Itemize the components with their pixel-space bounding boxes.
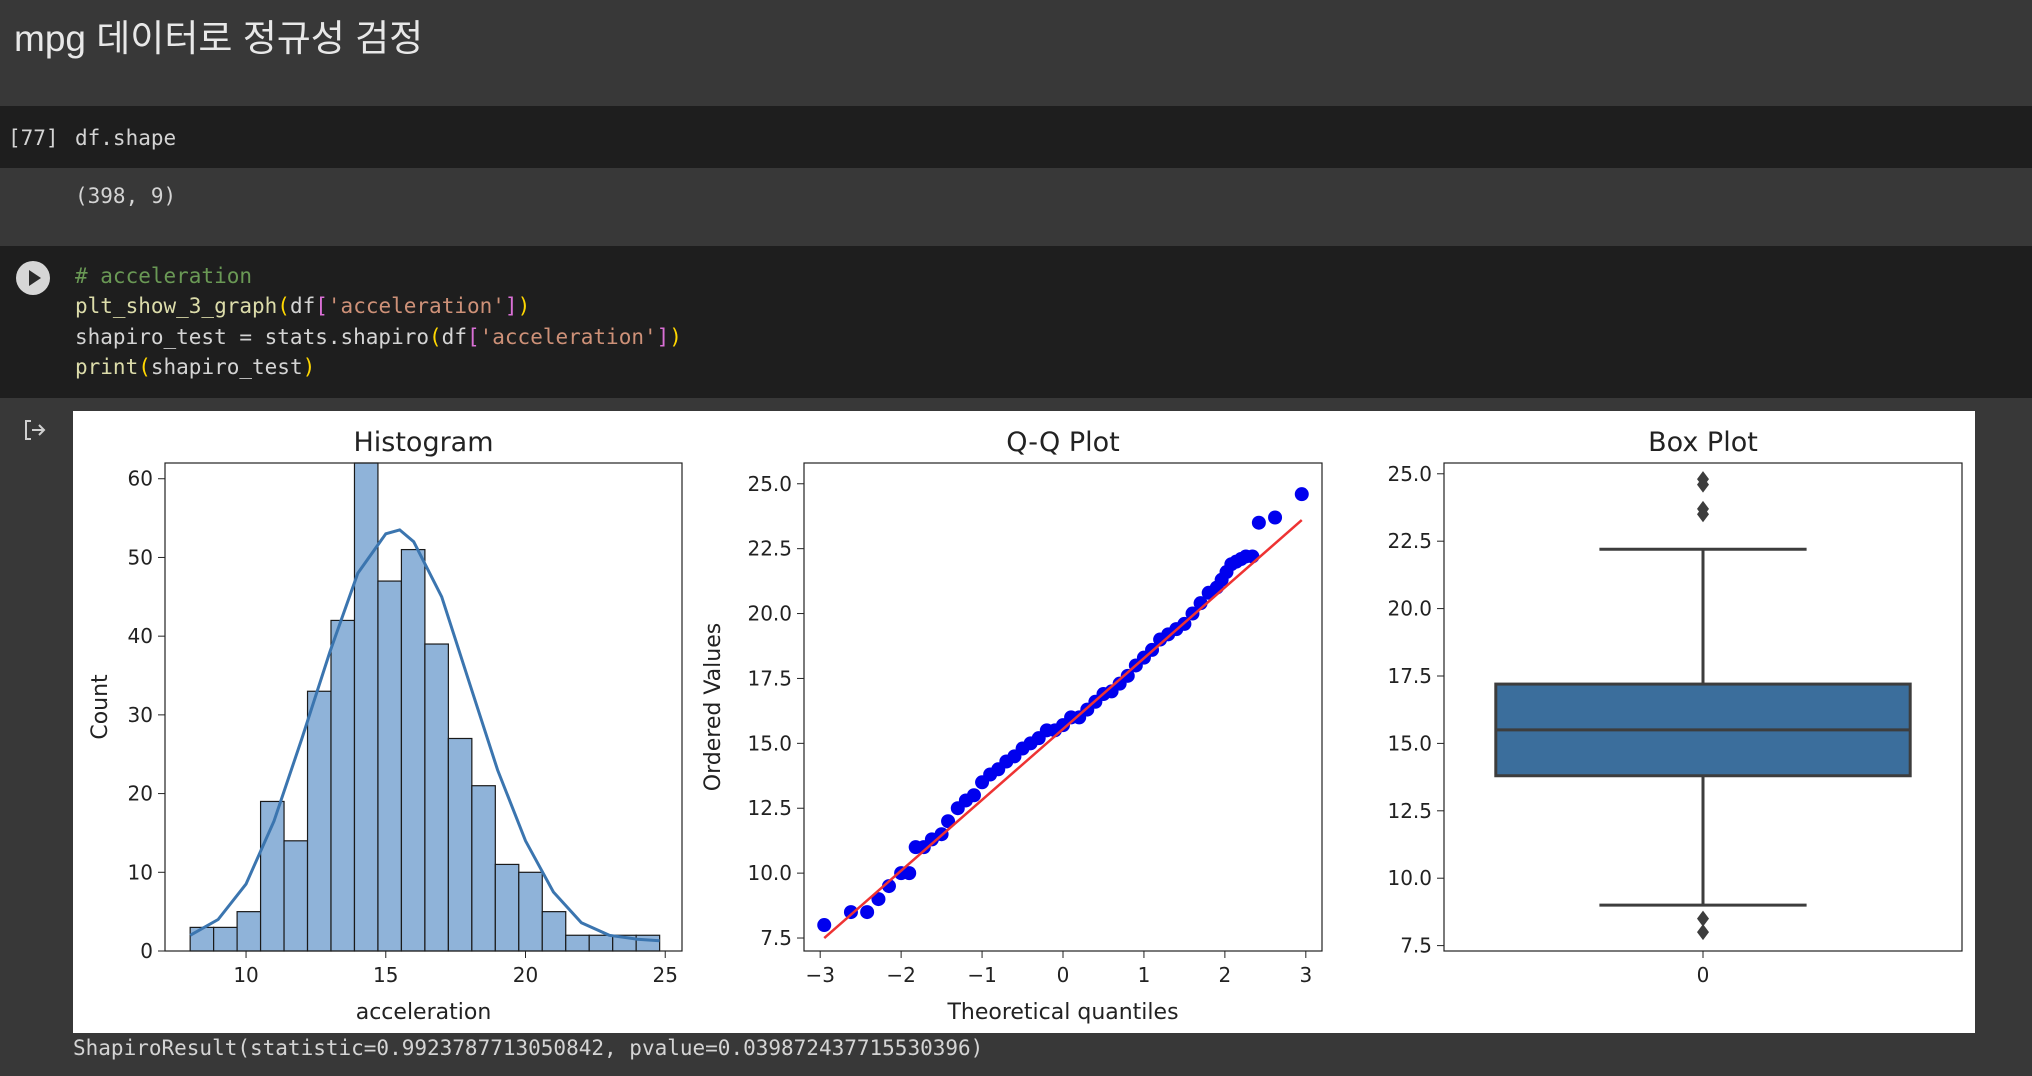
qq-plot-xtick-label: −3 (805, 963, 834, 987)
box-plot-ytick-label: 20.0 (1387, 597, 1432, 621)
play-icon (29, 270, 41, 286)
histogram-xtick-label: 25 (653, 963, 678, 987)
execution-count: [77] (8, 126, 59, 150)
qq-point (1268, 510, 1283, 525)
histogram-ylabel: Count (88, 674, 113, 740)
hist-bar (213, 926, 238, 952)
box-plot-ytick-label: 7.5 (1400, 934, 1432, 958)
qq-point (966, 788, 981, 803)
output-cell-1: (398, 9) (0, 168, 2032, 246)
run-cell-button[interactable] (16, 261, 50, 295)
qq-fit-line (823, 519, 1303, 939)
qq-plot-xtick-label: −2 (886, 963, 915, 987)
histogram-ytick-label: 30 (128, 703, 153, 727)
figure-output: Histogram 10 15 20 25 0 10 20 30 40 50 60 accelerati… (73, 411, 1975, 1033)
histogram-xlabel: acceleration (356, 1000, 492, 1025)
qq-plot-xtick-label: 2 (1219, 963, 1232, 987)
hist-bar (330, 619, 356, 952)
qq-xlabel: Theoretical quantiles (946, 1000, 1178, 1025)
histogram-ytick-label: 50 (128, 545, 153, 569)
histogram-ytick-label: 60 (128, 467, 153, 491)
box-plot-ytick-label: 10.0 (1387, 866, 1432, 890)
qq-plot-ytick-label: 7.5 (760, 926, 792, 950)
qq-plot-ytick-label: 22.5 (747, 537, 792, 561)
qq-point (843, 905, 858, 920)
hist-bar (283, 840, 309, 952)
histogram-ytick-label: 10 (128, 860, 153, 884)
box-plot-ytick-label: 15.0 (1387, 731, 1432, 755)
hist-bar (565, 934, 590, 952)
qq-plot-frame (803, 462, 1323, 952)
qq-plot-ytick-label: 25.0 (747, 472, 792, 496)
qq-point (1294, 487, 1309, 502)
qq-plot-ytick-label: 17.5 (747, 666, 792, 690)
qq-point (1251, 515, 1266, 530)
code-cell-1[interactable]: [77] df.shape (0, 106, 2032, 168)
hist-bar (306, 690, 332, 952)
qq-plot-title: Q-Q Plot (1006, 427, 1119, 458)
hist-bar (400, 548, 426, 952)
box-plot-ytick-label: 22.5 (1387, 529, 1432, 553)
plots-canvas: Histogram10 15 20 250102030405060accelerati… (88, 427, 1963, 1025)
code-line[interactable]: df.shape (75, 126, 176, 150)
qq-plot-xtick-label: 0 (1057, 963, 1070, 987)
box-plot-xtick-label: 0 (1697, 963, 1710, 987)
code-line-2[interactable]: plt_show_3_graph(df['acceleration']) (75, 294, 530, 318)
qq-plot-xtick-label: 1 (1138, 963, 1151, 987)
code-cell-2[interactable]: # acceleration plt_show_3_graph(df['acce… (0, 246, 2032, 398)
code-line-3[interactable]: shapiro_test = stats.shapiro(df['acceler… (75, 325, 682, 349)
output-actions-icon[interactable] (22, 417, 48, 443)
qq-point (817, 918, 832, 933)
histogram-ytick-label: 40 (128, 624, 153, 648)
shape-output: (398, 9) (75, 184, 177, 208)
qq-point (860, 905, 875, 920)
box-outlier (1697, 910, 1709, 927)
hist-bar (447, 737, 473, 952)
qq-ylabel: Ordered Values (701, 623, 726, 791)
hist-bar (541, 911, 567, 952)
hist-bar (236, 911, 262, 952)
section-heading: mpg 데이터로 정규성 검정 (14, 18, 424, 59)
histogram-xtick-label: 15 (373, 963, 398, 987)
hist-bar (588, 934, 614, 952)
qq-plot-xtick-label: 3 (1299, 963, 1312, 987)
hist-bar (377, 580, 403, 952)
hist-bar (494, 863, 520, 952)
code-line-4[interactable]: print(shapiro_test) (75, 355, 315, 379)
qq-plot-ytick-label: 20.0 (747, 602, 792, 626)
hist-bar (353, 462, 379, 952)
box-plot-ytick-label: 17.5 (1387, 664, 1432, 688)
qq-point (1245, 549, 1260, 564)
box-plot-ytick-label: 12.5 (1387, 799, 1432, 823)
qq-plot-ytick-label: 10.0 (747, 861, 792, 885)
hist-bar (518, 871, 543, 952)
hist-bar (635, 934, 661, 952)
histogram-title: Histogram (353, 427, 493, 458)
histogram-ytick-label: 0 (140, 939, 153, 963)
box-plot-ytick-label: 25.0 (1387, 462, 1432, 486)
histogram-ytick-label: 20 (128, 782, 153, 806)
qq-plot-ytick-label: 15.0 (747, 731, 792, 755)
qq-plot-xtick-label: −1 (967, 963, 996, 987)
shapiro-result: ShapiroResult(statistic=0.99237877130508… (73, 1036, 984, 1060)
code-comment: # acceleration (75, 264, 253, 288)
hist-bar (424, 643, 449, 952)
histogram-xtick-label: 20 (513, 963, 538, 987)
histogram-xtick-label: 10 (233, 963, 258, 987)
hist-bar (189, 926, 215, 952)
box-plot-title: Box Plot (1648, 427, 1758, 458)
hist-bar (471, 785, 496, 952)
qq-plot-ytick-label: 12.5 (747, 796, 792, 820)
